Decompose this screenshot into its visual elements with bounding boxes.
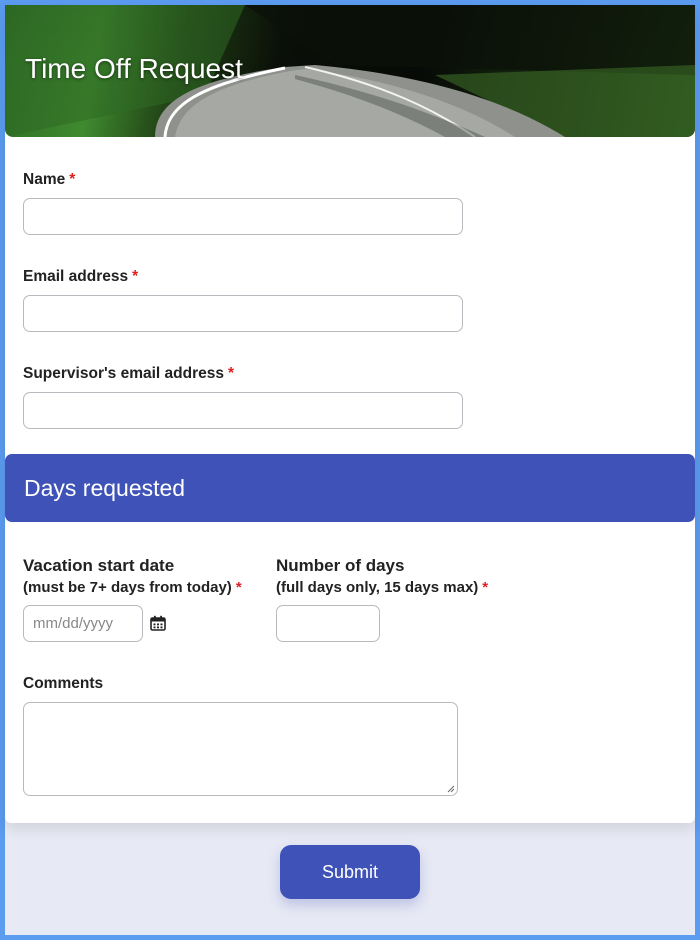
name-label-text: Name xyxy=(23,171,66,188)
name-label: Name * xyxy=(23,171,75,189)
name-input[interactable] xyxy=(23,198,463,235)
email-label-text: Email address xyxy=(23,268,129,285)
submit-button[interactable]: Submit xyxy=(280,845,420,899)
days-requested-section-header: Days requested xyxy=(5,454,695,522)
start-date-label: Vacation start date (must be 7+ days fro… xyxy=(23,556,242,596)
num-days-label-text: Number of days xyxy=(276,556,405,575)
num-days-label: Number of days (full days only, 15 days … xyxy=(276,556,488,596)
supervisor-email-input[interactable] xyxy=(23,392,463,429)
supervisor-email-required-marker: * xyxy=(227,365,235,382)
num-days-sublabel-text: (full days only, 15 days max) xyxy=(276,579,479,596)
num-days-input[interactable] xyxy=(276,605,380,642)
email-required-marker: * xyxy=(132,268,139,285)
start-date-sublabel-text: (must be 7+ days from today) xyxy=(23,579,232,596)
email-input[interactable] xyxy=(23,295,463,332)
days-requested-title: Days requested xyxy=(24,475,186,501)
comments-textarea[interactable] xyxy=(23,702,458,796)
num-days-required-marker: * xyxy=(482,579,489,596)
form-title: Time Off Request xyxy=(25,53,243,84)
start-date-required-marker: * xyxy=(235,579,242,596)
supervisor-email-label: Supervisor's email address * xyxy=(23,365,234,383)
start-date-label-text: Vacation start date xyxy=(23,556,175,575)
supervisor-email-label-text: Supervisor's email address xyxy=(23,365,224,382)
header-banner: Time Off Request xyxy=(5,5,695,137)
name-required-marker: * xyxy=(69,171,76,188)
email-label: Email address * xyxy=(23,268,138,286)
start-date-placeholder: mm/dd/yyyy xyxy=(33,615,114,632)
comments-label: Comments xyxy=(23,675,104,692)
calendar-icon[interactable] xyxy=(150,615,166,631)
num-days-sublabel: (full days only, 15 days max) * xyxy=(276,579,488,596)
start-date-input[interactable]: mm/dd/yyyy xyxy=(23,605,143,642)
form-card: Time Off Request Name * Email address * Su… xyxy=(5,5,695,823)
start-date-sublabel: (must be 7+ days from today) * xyxy=(23,579,242,596)
resize-handle-icon[interactable] xyxy=(447,785,455,793)
